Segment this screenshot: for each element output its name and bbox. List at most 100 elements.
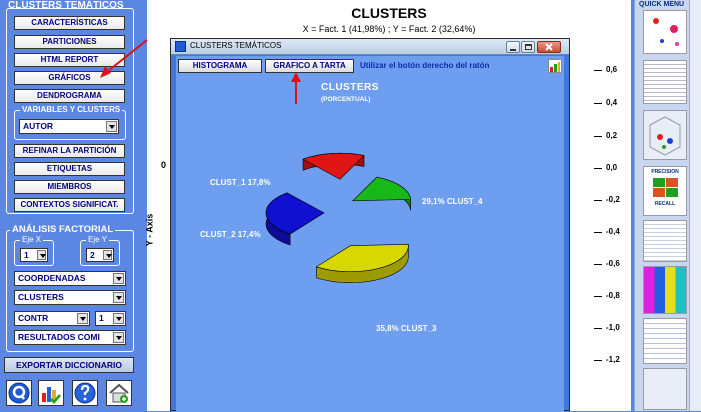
plot-subtitle: X = Fact. 1 (41,98%) ; Y = Fact. 2 (32,6… [302, 24, 476, 34]
resultados-select[interactable]: RESULTADOS COMI [14, 330, 126, 345]
tick-mark [594, 103, 602, 104]
tick-mark [594, 70, 602, 71]
tick-mark [594, 200, 602, 201]
tick-mark [594, 168, 602, 169]
tn-box [666, 188, 678, 197]
tick-mark [594, 232, 602, 233]
fn-box [666, 178, 678, 187]
graficos-button[interactable]: GRÁFICOS [14, 71, 125, 85]
eje-y-label: Eje Y [86, 235, 109, 244]
fp-box [653, 188, 665, 197]
eje-x-label: Eje X [20, 235, 44, 244]
y-axis-label: Y - Axis [144, 213, 155, 247]
chevron-down-icon[interactable] [113, 292, 124, 303]
tick-label: 0,2 [606, 131, 618, 140]
quick-menu-scrollbar[interactable] [689, 0, 701, 411]
pie-slice-clust-3 [315, 244, 409, 283]
thumb-3d[interactable] [643, 110, 687, 160]
plot-title: CLUSTERS [351, 5, 427, 21]
thumb-table[interactable] [643, 60, 687, 104]
window-body: HISTOGRAMA GRAFICO A TARTA Utilizar el b… [176, 56, 564, 412]
y-scale: 0,6 0,4 0,2 0,0 -0,2 -0,4 -0,6 -0,8 -1,0… [594, 60, 631, 411]
tick-mark [594, 360, 602, 361]
chevron-down-icon[interactable] [113, 313, 124, 324]
grafico-tarta-button[interactable]: GRAFICO A TARTA [265, 59, 354, 73]
dendrograma-button[interactable]: DENDROGRAMA [14, 89, 125, 103]
thumb-pie[interactable] [643, 368, 687, 410]
tick-label: -1,0 [606, 323, 620, 332]
help-q-icon[interactable] [6, 380, 32, 406]
tick-mark [594, 296, 602, 297]
tick-mark [594, 328, 602, 329]
clusters-value: CLUSTERS [18, 292, 64, 302]
histograma-button[interactable]: HISTOGRAMA [178, 59, 262, 73]
caracteristicas-button[interactable]: CARACTERÍSTICAS [14, 16, 125, 30]
window-titlebar[interactable]: CLUSTERS TEMÁTICOS [171, 39, 569, 55]
tp-box [653, 178, 665, 187]
contr-number-value: 1 [99, 313, 104, 323]
html-report-button[interactable]: HTML REPORT [14, 53, 125, 67]
maximize-icon[interactable] [521, 41, 535, 53]
pie-title: CLUSTERS [321, 82, 379, 93]
chart-check-icon[interactable] [38, 380, 64, 406]
etiquetas-button[interactable]: ETIQUETAS [14, 162, 125, 176]
chevron-down-icon[interactable] [37, 250, 46, 260]
zero-label: 0 [161, 160, 167, 170]
thumb-table-2[interactable] [643, 220, 687, 262]
tick-label: -0,6 [606, 259, 620, 268]
pie-label-clust-1: CLUST_1 17,8% [210, 178, 270, 187]
right-click-hint: Utilizar el botón derecho del ratón [360, 61, 490, 70]
contr-value: CONTR [18, 313, 49, 323]
pie-slice-clust-1 [302, 152, 365, 180]
thumb-stacked-bars[interactable] [643, 266, 687, 314]
clusters-select[interactable]: CLUSTERS [14, 290, 126, 305]
window-title: CLUSTERS TEMÁTICOS [190, 41, 282, 50]
pie-label-clust-2: CLUST_2 17,4% [200, 230, 260, 239]
eje-y-select[interactable]: 2 [86, 248, 114, 262]
coordenadas-value: COORDENADAS [18, 273, 86, 283]
exportar-diccionario-button[interactable]: EXPORTAR DICCIONARIO [4, 357, 134, 373]
particiones-button[interactable]: PARTICIONES [14, 35, 125, 49]
factorial-legend: ANÁLISIS FACTORIAL [10, 224, 116, 235]
chevron-down-icon[interactable] [106, 121, 117, 132]
resultados-value: RESULTADOS COMI [18, 332, 100, 342]
minimize-icon[interactable] [506, 41, 520, 53]
clusters-window: CLUSTERS TEMÁTICOS HISTOGRAMA GRAFICO A … [170, 38, 570, 412]
pie-chart: CLUST_1 17,8% CLUST_2 17,4% 35,8% CLUST_3 2… [200, 152, 483, 333]
chevron-down-icon[interactable] [113, 332, 124, 343]
eje-x-select[interactable]: 1 [20, 248, 48, 262]
left-panel: CLUSTERS TEMÁTICOS CARACTERÍSTICAS PARTI… [0, 0, 140, 411]
close-icon[interactable] [537, 41, 561, 53]
variables-select[interactable]: AUTOR [19, 119, 119, 134]
chevron-down-icon[interactable] [103, 250, 112, 260]
tick-label: -1,2 [606, 355, 620, 364]
chart-tool-icon[interactable] [548, 59, 562, 73]
app-icon [175, 41, 186, 52]
tick-label: 0,0 [606, 163, 618, 172]
pie-label-clust-4: 29,1% CLUST_4 [422, 197, 483, 206]
precision-label: PRECISION [651, 169, 679, 175]
tick-label: -0,4 [606, 227, 620, 236]
contr-select[interactable]: CONTR [14, 311, 90, 326]
contextos-button[interactable]: CONTEXTOS SIGNIFICAT. [14, 198, 125, 212]
eje-x-value: 1 [24, 250, 29, 260]
miembros-button[interactable]: MIEMBROS [14, 180, 125, 194]
chevron-down-icon[interactable] [77, 313, 88, 324]
chevron-down-icon[interactable] [113, 273, 124, 284]
eje-y-value: 2 [90, 250, 95, 260]
tick-mark [594, 136, 602, 137]
contr-number-select[interactable]: 1 [95, 311, 126, 326]
pie-slice-clust-2 [352, 176, 412, 211]
home-icon[interactable] [106, 380, 132, 406]
tick-label: 0,6 [606, 65, 618, 74]
question-icon[interactable] [72, 380, 98, 406]
quick-menu-title: QUICK MENU [639, 1, 685, 8]
variables-select-value: AUTOR [23, 121, 54, 131]
coordenadas-select[interactable]: COORDENADAS [14, 271, 126, 286]
refinar-particion-button[interactable]: REFINAR LA PARTICIÓN [14, 144, 125, 158]
tick-label: -0,2 [606, 195, 620, 204]
thumb-table-3[interactable] [643, 318, 687, 364]
thumb-precision-recall[interactable]: PRECISION RECALL [643, 166, 687, 216]
recall-label: RECALL [654, 201, 676, 207]
thumb-scatter[interactable] [643, 10, 687, 54]
